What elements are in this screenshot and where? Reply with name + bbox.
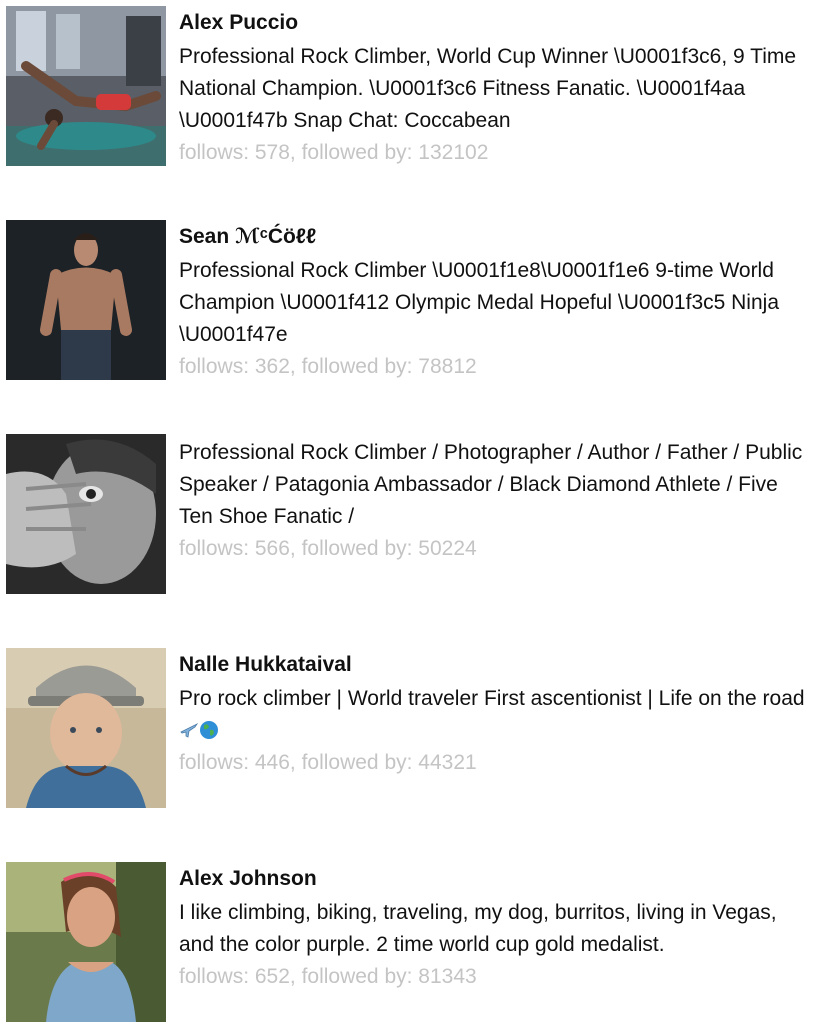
portrait-photo xyxy=(6,862,166,1022)
profile-bio: Professional Rock Climber \U0001f1e8\U00… xyxy=(179,259,779,346)
profile-bio: Professional Rock Climber, World Cup Win… xyxy=(179,45,797,132)
profile-stats: follows: 578, followed by: 132102 xyxy=(179,141,489,164)
profile-name[interactable]: Nalle Hukkataival xyxy=(179,651,811,679)
profile-name[interactable]: Alex Puccio xyxy=(179,9,811,37)
profile-stats: follows: 652, followed by: 81343 xyxy=(179,965,477,988)
profile-card: Alex Puccio Professional Rock Climber, W… xyxy=(6,6,816,166)
profile-stats: follows: 566, followed by: 50224 xyxy=(179,537,477,560)
globe-emoji-icon xyxy=(199,720,219,740)
profile-avatar[interactable] xyxy=(6,6,166,166)
profile-card: Alex Johnson I like climbing, biking, tr… xyxy=(6,862,816,1022)
profile-avatar[interactable] xyxy=(6,862,166,1022)
profile-avatar[interactable] xyxy=(6,648,166,808)
portrait-photo xyxy=(6,220,166,380)
profile-stats: follows: 362, followed by: 78812 xyxy=(179,355,477,378)
profile-avatar[interactable] xyxy=(6,220,166,380)
profile-bio: Professional Rock Climber / Photographer… xyxy=(179,441,803,528)
gym-photo xyxy=(6,6,166,166)
profile-name[interactable]: Sean ℳᶜĆöℓℓ xyxy=(179,223,811,251)
profile-bio: Pro rock climber | World traveler First … xyxy=(179,683,811,747)
profile-card: Sean ℳᶜĆöℓℓ Professional Rock Climber \U… xyxy=(6,220,816,380)
profile-bio: I like climbing, biking, traveling, my d… xyxy=(179,901,777,956)
profile-name[interactable]: Alex Johnson xyxy=(179,865,811,893)
profile-avatar[interactable] xyxy=(6,434,166,594)
profile-card: Nalle Hukkataival Pro rock climber | Wor… xyxy=(6,648,816,808)
profile-stats: follows: 446, followed by: 44321 xyxy=(179,751,477,774)
portrait-photo xyxy=(6,434,166,594)
profile-card: Professional Rock Climber / Photographer… xyxy=(6,434,816,594)
profile-bio-text: Pro rock climber | World traveler First … xyxy=(179,687,805,710)
airplane-emoji-icon xyxy=(179,720,199,740)
portrait-photo xyxy=(6,648,166,808)
